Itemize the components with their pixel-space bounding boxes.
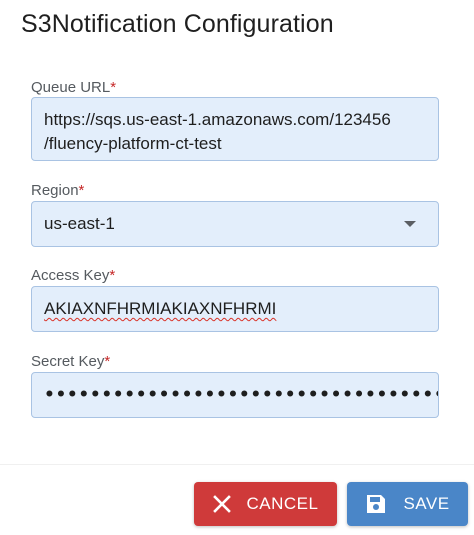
access-key-label-text: Access Key — [31, 267, 110, 284]
dropdown-arrow-icon[interactable] — [404, 221, 416, 227]
access-key-field[interactable]: AKIAXNFHRMIAKIAXNFHRMI — [31, 286, 439, 332]
region-select[interactable]: us-east-1 — [31, 201, 439, 247]
queue-url-label: Queue URL* — [31, 79, 116, 96]
cancel-button-label: CANCEL — [246, 494, 319, 513]
access-key-label: Access Key* — [31, 267, 115, 284]
save-button[interactable]: SAVE — [347, 482, 468, 526]
secret-key-field[interactable]: ••••••••••••••••••••••••••••••••••••••••… — [31, 372, 439, 418]
region-label-text: Region — [31, 182, 79, 199]
footer-divider — [0, 464, 474, 465]
secret-key-label: Secret Key* — [31, 353, 110, 370]
queue-url-field[interactable]: https://sqs.us-east-1.amazonaws.com/1234… — [31, 97, 439, 161]
secret-key-masked-value: ••••••••••••••••••••••••••••••••••••••••… — [44, 385, 438, 405]
required-mark: * — [78, 182, 85, 199]
required-mark: * — [104, 353, 111, 370]
queue-url-line-1: https://sqs.us-east-1.amazonaws.com/1234… — [44, 110, 391, 129]
access-key-value: AKIAXNFHRMIAKIAXNFHRMI — [44, 299, 277, 318]
cancel-button[interactable]: CANCEL — [194, 482, 337, 526]
required-mark: * — [110, 79, 117, 96]
queue-url-line-2: /fluency-platform-ct-test — [44, 134, 222, 153]
region-label: Region* — [31, 182, 84, 199]
save-icon — [365, 493, 387, 515]
required-mark: * — [109, 267, 116, 284]
close-icon — [212, 495, 231, 513]
queue-url-label-text: Queue URL — [31, 79, 111, 96]
dialog-title: S3Notification Configuration — [21, 10, 334, 38]
secret-key-label-text: Secret Key — [31, 353, 105, 370]
region-value: us-east-1 — [44, 214, 115, 233]
save-button-label: SAVE — [403, 494, 450, 513]
